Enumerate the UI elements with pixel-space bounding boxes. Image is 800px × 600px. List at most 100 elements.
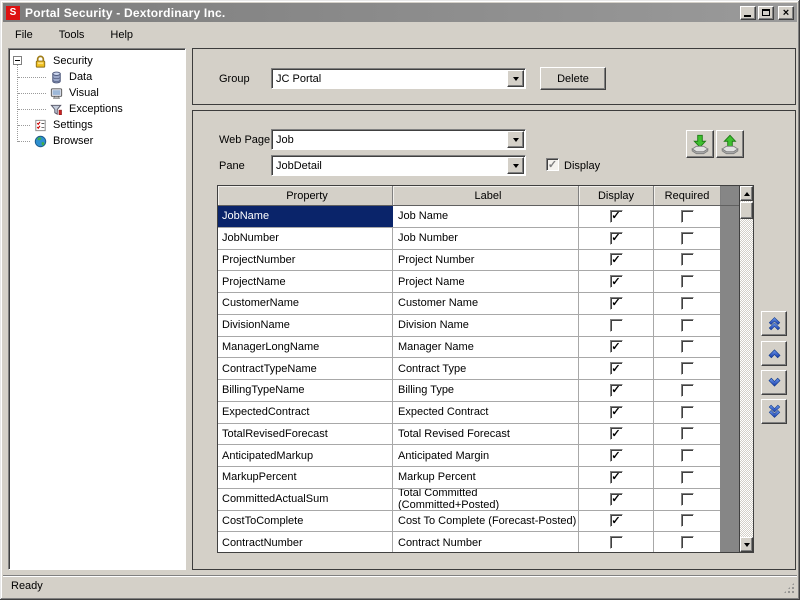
display-checkbox[interactable]: ✓ bbox=[610, 384, 623, 397]
pane-combobox[interactable]: JobDetail bbox=[271, 155, 526, 176]
label-cell[interactable]: Customer Name bbox=[393, 293, 579, 314]
table-row[interactable]: CommittedActualSumTotal Committed (Commi… bbox=[218, 489, 753, 511]
property-cell[interactable]: AnticipatedMarkup bbox=[218, 445, 393, 466]
required-checkbox[interactable] bbox=[681, 232, 694, 245]
sidebar-item-security[interactable]: Security bbox=[9, 53, 185, 69]
move-bottom-button[interactable] bbox=[761, 399, 787, 424]
table-scrollbar[interactable] bbox=[739, 186, 753, 552]
required-checkbox[interactable] bbox=[681, 427, 694, 440]
property-cell[interactable]: ContractNumber bbox=[218, 532, 393, 552]
web-page-combobox[interactable]: Job bbox=[271, 129, 526, 150]
move-down-button[interactable] bbox=[761, 370, 787, 395]
table-row[interactable]: ContractTypeNameContract Type✓ bbox=[218, 358, 753, 380]
required-checkbox[interactable] bbox=[681, 449, 694, 462]
sidebar-item-data[interactable]: Data bbox=[9, 69, 185, 85]
display-checkbox[interactable]: ✓ bbox=[610, 340, 623, 353]
table-row[interactable]: MarkupPercentMarkup Percent ✓ bbox=[218, 467, 753, 489]
display-checkbox[interactable]: ✓ bbox=[610, 427, 623, 440]
display-checkbox[interactable] bbox=[610, 536, 623, 549]
required-checkbox[interactable] bbox=[681, 536, 694, 549]
title-bar[interactable]: S Portal Security - Dextordinary Inc. × bbox=[3, 3, 797, 22]
label-cell[interactable]: Job Number bbox=[393, 228, 579, 249]
scrollbar-thumb[interactable] bbox=[740, 202, 753, 219]
delete-button[interactable]: Delete bbox=[540, 67, 606, 90]
scroll-down-button[interactable] bbox=[740, 537, 753, 552]
table-row[interactable]: DivisionNameDivision Name bbox=[218, 315, 753, 337]
property-cell[interactable]: ProjectName bbox=[218, 271, 393, 292]
label-cell[interactable]: Job Name bbox=[393, 206, 579, 227]
required-checkbox[interactable] bbox=[681, 275, 694, 288]
menu-help[interactable]: Help bbox=[101, 26, 142, 44]
column-header-label[interactable]: Label bbox=[393, 186, 579, 205]
property-cell[interactable]: MarkupPercent bbox=[218, 467, 393, 488]
table-row[interactable]: ManagerLongNameManager Name✓ bbox=[218, 337, 753, 359]
display-checkbox[interactable] bbox=[610, 319, 623, 332]
table-row[interactable]: CostToCompleteCost To Complete (Forecast… bbox=[218, 511, 753, 533]
column-header-display[interactable]: Display bbox=[579, 186, 654, 205]
column-header-property[interactable]: Property bbox=[218, 186, 393, 205]
tree-expander-minus[interactable] bbox=[13, 56, 22, 65]
display-checkbox[interactable]: ✓ bbox=[610, 493, 623, 506]
label-cell[interactable]: Anticipated Margin bbox=[393, 445, 579, 466]
property-cell[interactable]: CostToComplete bbox=[218, 511, 393, 532]
label-cell[interactable]: Billing Type bbox=[393, 380, 579, 401]
property-cell[interactable]: JobNumber bbox=[218, 228, 393, 249]
push-up-button[interactable] bbox=[716, 130, 744, 158]
minimize-button[interactable] bbox=[740, 6, 756, 20]
required-checkbox[interactable] bbox=[681, 514, 694, 527]
label-cell[interactable]: Project Number bbox=[393, 250, 579, 271]
display-checkbox[interactable]: ✓ bbox=[610, 362, 623, 375]
push-down-button[interactable] bbox=[686, 130, 714, 158]
property-cell[interactable]: BillingTypeName bbox=[218, 380, 393, 401]
property-cell[interactable]: TotalRevisedForecast bbox=[218, 424, 393, 445]
required-checkbox[interactable] bbox=[681, 319, 694, 332]
display-checkbox[interactable]: ✓ bbox=[610, 253, 623, 266]
menu-file[interactable]: File bbox=[6, 26, 42, 44]
display-checkbox[interactable]: ✓ bbox=[610, 232, 623, 245]
sidebar-item-browser[interactable]: Browser bbox=[9, 133, 185, 149]
move-up-button[interactable] bbox=[761, 341, 787, 366]
table-row[interactable]: BillingTypeNameBilling Type ✓ bbox=[218, 380, 753, 402]
pane-combobox-dropdown[interactable] bbox=[507, 157, 524, 174]
move-top-button[interactable] bbox=[761, 311, 787, 336]
table-row[interactable]: ContractNumberContract Number bbox=[218, 532, 753, 552]
table-row[interactable]: JobNameJob Name ✓ bbox=[218, 206, 753, 228]
resize-grip-icon[interactable] bbox=[783, 582, 795, 594]
menu-tools[interactable]: Tools bbox=[50, 26, 94, 44]
property-cell[interactable]: ContractTypeName bbox=[218, 358, 393, 379]
display-checkbox[interactable]: ✓ bbox=[610, 210, 623, 223]
label-cell[interactable]: Total Revised Forecast bbox=[393, 424, 579, 445]
table-row[interactable]: AnticipatedMarkupAnticipated Margin ✓ bbox=[218, 445, 753, 467]
display-checkbox[interactable]: ✓ bbox=[610, 297, 623, 310]
label-cell[interactable]: Project Name bbox=[393, 271, 579, 292]
sidebar-item-exceptions[interactable]: Exceptions bbox=[9, 101, 185, 117]
required-checkbox[interactable] bbox=[681, 406, 694, 419]
label-cell[interactable]: Contract Number bbox=[393, 532, 579, 552]
table-row[interactable]: ProjectNumberProject Number✓ bbox=[218, 250, 753, 272]
display-checkbox[interactable]: ✓ bbox=[546, 158, 559, 171]
required-checkbox[interactable] bbox=[681, 210, 694, 223]
display-checkbox[interactable]: ✓ bbox=[610, 514, 623, 527]
display-checkbox[interactable]: ✓ bbox=[610, 275, 623, 288]
display-checkbox[interactable]: ✓ bbox=[610, 406, 623, 419]
web-page-combobox-dropdown[interactable] bbox=[507, 131, 524, 148]
property-cell[interactable]: ExpectedContract bbox=[218, 402, 393, 423]
property-cell[interactable]: JobName bbox=[218, 206, 393, 227]
table-row[interactable]: CustomerNameCustomer Name ✓ bbox=[218, 293, 753, 315]
label-cell[interactable]: Expected Contract bbox=[393, 402, 579, 423]
sidebar-item-visual[interactable]: Visual bbox=[9, 85, 185, 101]
required-checkbox[interactable] bbox=[681, 340, 694, 353]
display-checkbox[interactable]: ✓ bbox=[610, 449, 623, 462]
property-cell[interactable]: CommittedActualSum bbox=[218, 489, 393, 510]
label-cell[interactable]: Division Name bbox=[393, 315, 579, 336]
label-cell[interactable]: Cost To Complete (Forecast-Posted) bbox=[393, 511, 579, 532]
property-cell[interactable]: ManagerLongName bbox=[218, 337, 393, 358]
label-cell[interactable]: Markup Percent bbox=[393, 467, 579, 488]
table-row[interactable]: TotalRevisedForecastTotal Revised Foreca… bbox=[218, 424, 753, 446]
scroll-up-button[interactable] bbox=[740, 186, 753, 201]
required-checkbox[interactable] bbox=[681, 253, 694, 266]
table-row[interactable]: JobNumberJob Number ✓ bbox=[218, 228, 753, 250]
display-checkbox[interactable]: ✓ bbox=[610, 471, 623, 484]
close-button[interactable]: × bbox=[778, 6, 794, 20]
property-cell[interactable]: CustomerName bbox=[218, 293, 393, 314]
